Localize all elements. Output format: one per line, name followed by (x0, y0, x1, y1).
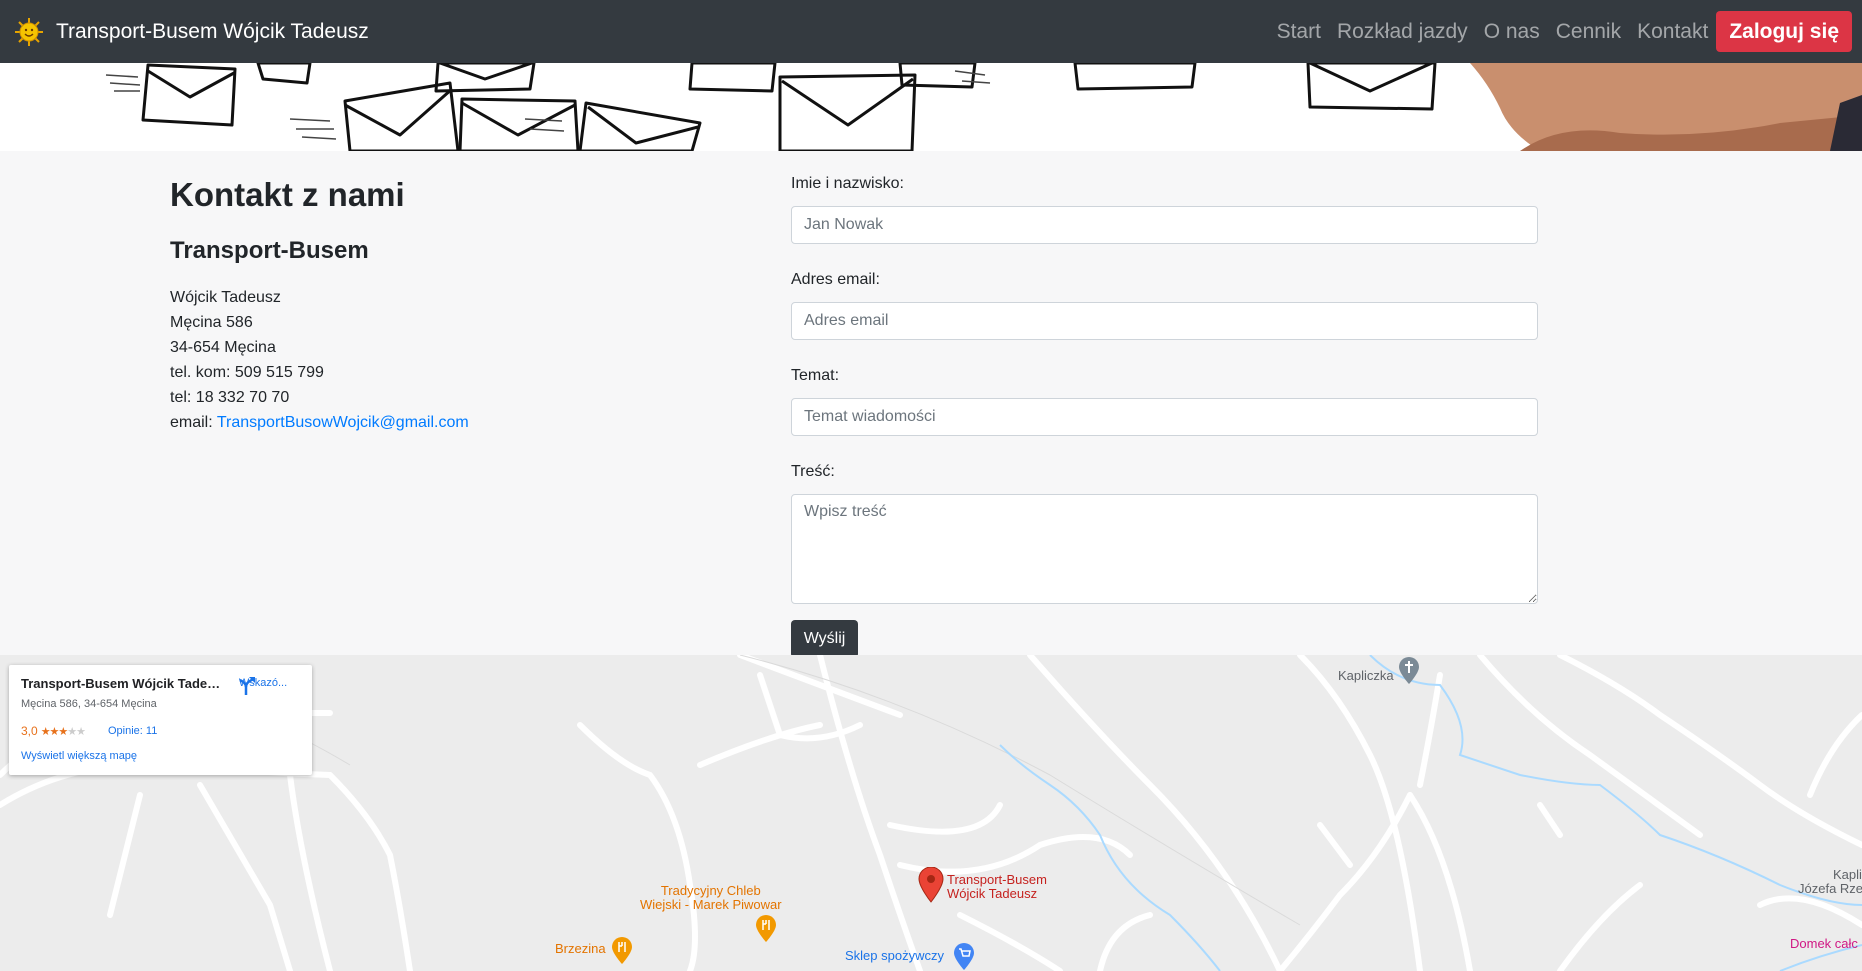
map-info-card: Transport-Busem Wójcik Tadeusz Męcina 58… (9, 665, 312, 775)
email-line: email: TransportBusowWojcik@gmail.com (170, 410, 730, 435)
envelopes-illustration (105, 63, 1862, 151)
directions-button[interactable]: Wskazó... (235, 675, 291, 695)
chapel-right-map-label[interactable]: Kapli (1833, 868, 1862, 882)
business-label-line2: Wójcik Tadeusz (947, 886, 1038, 901)
email-input[interactable] (791, 302, 1538, 340)
landline-phone: tel: 18 332 70 70 (170, 388, 290, 406)
nav-schedule[interactable]: Rozkład jazdy (1337, 20, 1468, 44)
nav-start[interactable]: Start (1277, 20, 1321, 44)
subject-label: Temat: (791, 367, 840, 384)
place-title: Transport-Busem Wójcik Tadeusz (21, 676, 221, 691)
bakery-label-line1: Tradycyjny Chleb (660, 883, 761, 898)
sun-logo-icon (15, 17, 43, 46)
directions-icon (239, 677, 255, 695)
chapel-right-line2-label[interactable]: Józefa Rze (1798, 882, 1862, 896)
brand-name: Transport-Busem Wójcik Tadeusz (56, 19, 369, 43)
contact-form: Imie i nazwisko: Adres email: Temat: Tre… (791, 172, 1538, 658)
email-label: email: (170, 413, 217, 431)
nav-links: Start Rozkład jazdy O nas Cennik Kontakt… (1261, 0, 1852, 63)
subject-input[interactable] (791, 398, 1538, 436)
restaurant-pin-icon[interactable] (755, 915, 777, 943)
shop-map-label[interactable]: Sklep spożywczy (845, 949, 944, 963)
chapel-pin-icon[interactable] (1398, 657, 1420, 685)
address-block: Wójcik Tadeusz Męcina 586 34-654 Męcina … (170, 285, 730, 435)
contact-section: Kontakt z nami Transport-Busem Wójcik Ta… (0, 151, 1862, 658)
kapliczka-map-label[interactable]: Kapliczka (1338, 669, 1394, 683)
brand[interactable]: Transport-Busem Wójcik Tadeusz (14, 17, 369, 47)
message-textarea[interactable] (791, 494, 1538, 604)
lodging-map-label[interactable]: Domek całc (1790, 937, 1858, 951)
reviews-link[interactable]: Opinie: 11 (108, 725, 157, 737)
bakery-map-label[interactable]: Tradycyjny Chleb Wiejski - Marek Piwowar (640, 884, 782, 912)
message-label: Treść: (791, 463, 835, 480)
company-name: Transport-Busem (170, 236, 369, 264)
shop-pin-icon[interactable] (953, 943, 975, 971)
place-rating: 3,0 ★★★★★ (21, 724, 86, 738)
name-label: Imie i nazwisko: (791, 175, 904, 192)
embedded-map[interactable]: Transport-Busem Wójcik Tadeusz Męcina 58… (0, 655, 1862, 971)
contact-info: Kontakt z nami Transport-Busem Wójcik Ta… (170, 175, 730, 435)
name-input[interactable] (791, 206, 1538, 244)
rating-stars-icon: ★★★★★ (40, 725, 86, 738)
postal-address: 34-654 Męcina (170, 338, 276, 356)
larger-map-link[interactable]: Wyświetl większą mapę (21, 750, 137, 762)
mobile-phone: tel. kom: 509 515 799 (170, 363, 324, 381)
business-label-line1: Transport-Busem (947, 872, 1047, 887)
owner-name: Wójcik Tadeusz (170, 288, 281, 306)
business-map-label[interactable]: Transport-Busem Wójcik Tadeusz (947, 873, 1047, 901)
brzezina-pin-icon[interactable] (611, 937, 633, 965)
send-button[interactable]: Wyślij (791, 620, 858, 658)
nav-pricing[interactable]: Cennik (1556, 20, 1621, 44)
brzezina-map-label[interactable]: Brzezina (555, 942, 606, 956)
nav-about[interactable]: O nas (1484, 20, 1540, 44)
rating-value: 3,0 (21, 724, 38, 738)
place-address: Męcina 586, 34-654 Męcina (21, 698, 157, 710)
business-pin-icon[interactable] (918, 867, 944, 903)
bakery-label-line2: Wiejski - Marek Piwowar (640, 897, 782, 912)
chapel-right-line1: Kapli (1833, 867, 1862, 882)
email-label-form: Adres email: (791, 271, 880, 288)
login-button[interactable]: Zaloguj się (1716, 11, 1852, 52)
email-link[interactable]: TransportBusowWojcik@gmail.com (217, 414, 469, 431)
street-address: Męcina 586 (170, 313, 253, 331)
navbar: Transport-Busem Wójcik Tadeusz Start Roz… (0, 0, 1862, 63)
page-title: Kontakt z nami (170, 176, 405, 213)
hero-banner (0, 63, 1862, 151)
nav-contact[interactable]: Kontakt (1637, 20, 1708, 44)
